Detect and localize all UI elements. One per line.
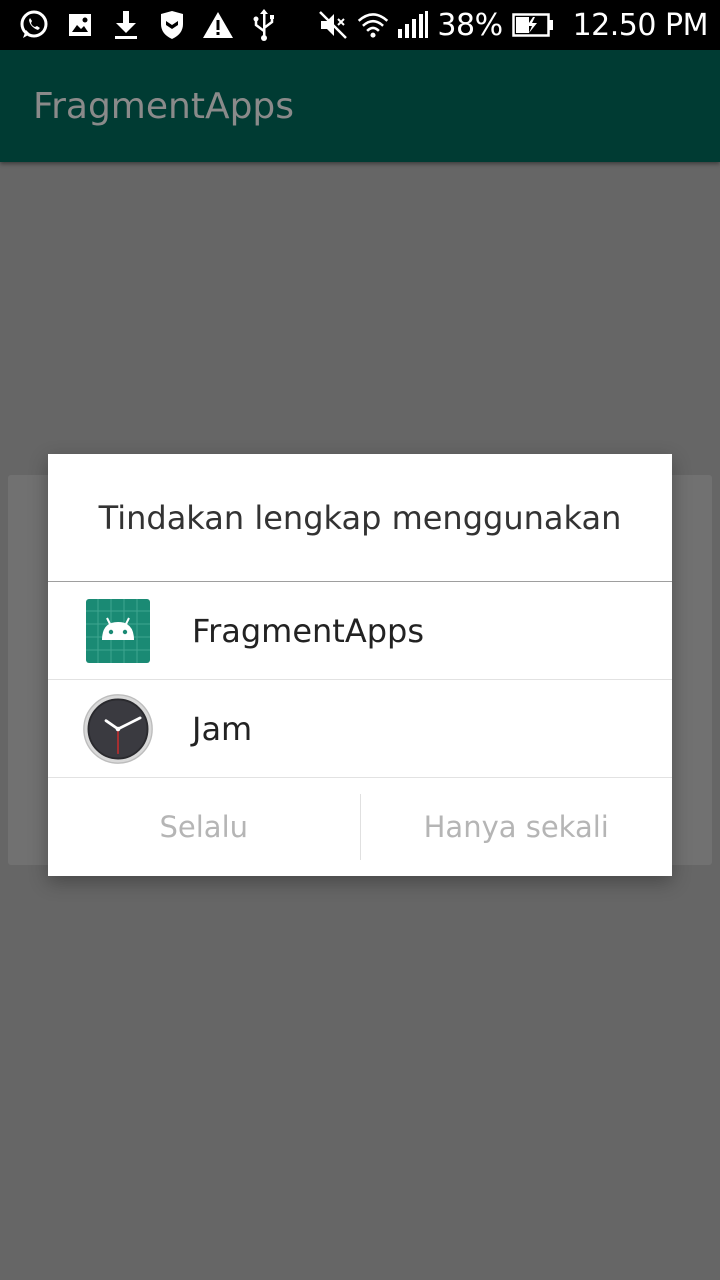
mute-icon bbox=[317, 9, 349, 41]
android-app-icon bbox=[82, 595, 154, 667]
whatsapp-icon bbox=[18, 9, 50, 41]
dialog-buttons: Selalu Hanya sekali bbox=[48, 778, 672, 876]
app-title: FragmentApps bbox=[33, 85, 295, 127]
app-bar: FragmentApps bbox=[0, 50, 720, 162]
option-jam[interactable]: Jam bbox=[48, 680, 672, 778]
usb-icon bbox=[248, 9, 280, 41]
download-icon bbox=[110, 9, 142, 41]
status-bar: 38% 12.50 PM bbox=[0, 0, 720, 50]
option-label-fragmentapps: FragmentApps bbox=[192, 611, 425, 650]
wifi-icon bbox=[357, 9, 389, 41]
option-fragmentapps[interactable]: FragmentApps bbox=[48, 582, 672, 680]
option-label-jam: Jam bbox=[192, 709, 253, 748]
chooser-dialog: Tindakan lengkap menggunakan FragmentApp… bbox=[48, 454, 672, 876]
battery-charging-icon bbox=[511, 9, 555, 41]
clock-app-icon bbox=[82, 693, 154, 765]
image-icon bbox=[64, 9, 96, 41]
just-once-button[interactable]: Hanya sekali bbox=[361, 794, 673, 860]
always-button[interactable]: Selalu bbox=[48, 794, 360, 860]
shield-icon bbox=[156, 9, 188, 41]
clock-time: 12.50 PM bbox=[572, 7, 709, 43]
warning-icon bbox=[202, 9, 234, 41]
signal-icon bbox=[397, 9, 429, 41]
battery-percent: 38% bbox=[437, 7, 503, 43]
dialog-title: Tindakan lengkap menggunakan bbox=[48, 454, 672, 582]
